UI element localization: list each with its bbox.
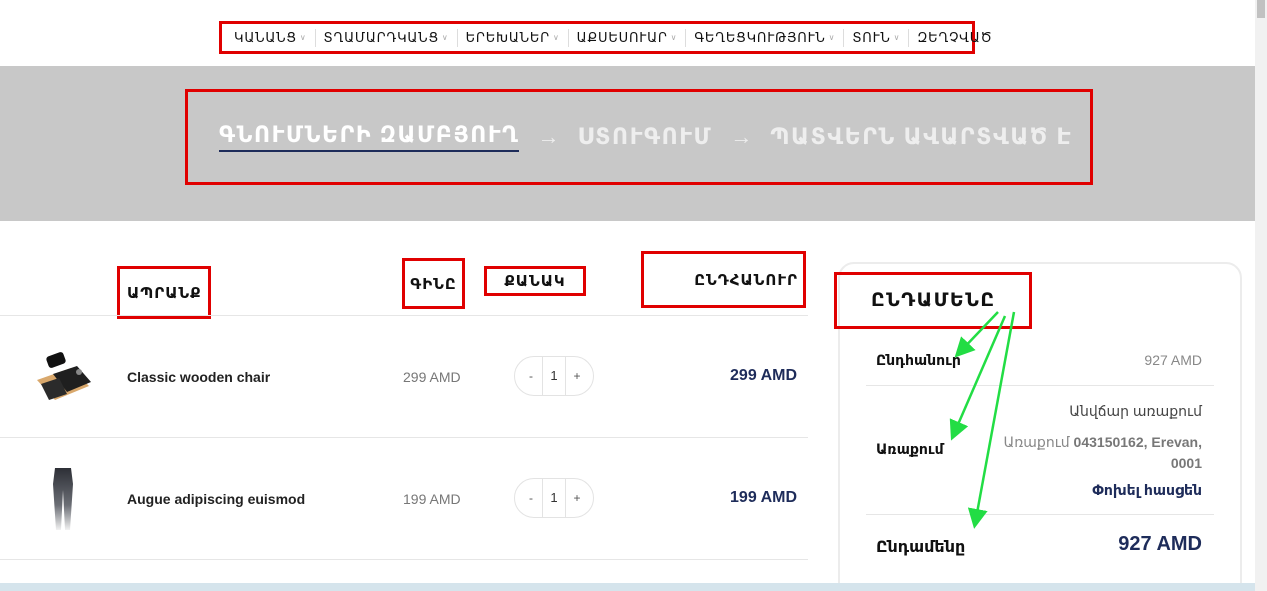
nav-item-label: Աքսեսուար (576, 29, 668, 45)
quantity-stepper: - 1 + (514, 356, 594, 396)
top-navigation: Կանանց ∨ Տղամարդկանց ∨ Երեխաներ ∨ Աքսեսուար ∨ Գե… (0, 0, 1255, 66)
accessories-set-thumbnail[interactable] (33, 342, 93, 412)
column-header-price: Գինը (402, 258, 465, 309)
chevron-down-icon: ∨ (828, 33, 836, 42)
chevron-down-icon: ∨ (670, 33, 678, 42)
leggings-thumbnail[interactable] (33, 464, 93, 534)
row-subtotal: 199 AMD (730, 489, 797, 506)
nav-item-label: Գեղեցկություն (694, 29, 826, 45)
subtotal-value: 927 AMD (1144, 352, 1202, 368)
chevron-down-icon: ∨ (893, 33, 901, 42)
scrollbar-thumb[interactable] (1257, 0, 1265, 18)
column-header-product: Ապրանք (117, 266, 211, 319)
subtotal-label: Ընդհանուր (876, 352, 961, 368)
step-separator-arrow-icon: → (730, 124, 753, 149)
product-name[interactable]: Augue adipiscing euismod (127, 491, 305, 507)
checkout-step[interactable]: Պատվերն ավարտված է (770, 124, 1072, 150)
nav-item[interactable]: Տուն ∨ (844, 28, 910, 47)
shipping-label: Առաքում (876, 441, 944, 457)
nav-item[interactable]: Երեխաներ ∨ (458, 28, 569, 47)
total-label: Ընդամենը (876, 539, 966, 556)
nav-item[interactable]: Տղամարդկանց ∨ (316, 28, 458, 47)
product-price: 199 AMD (403, 491, 461, 507)
increase-quantity-button[interactable]: + (566, 365, 588, 387)
nav-item[interactable]: Աքսեսուար ∨ (569, 28, 687, 47)
nav-item-label: Կանանց (234, 29, 297, 45)
decrease-quantity-button[interactable]: - (520, 487, 542, 509)
quantity-stepper: - 1 + (514, 478, 594, 518)
nav-item-label: Երեխաներ (465, 29, 550, 45)
chevron-down-icon: ∨ (441, 33, 449, 42)
step-separator-arrow-icon: → (537, 124, 560, 149)
total-value: 927 AMD (1118, 533, 1202, 555)
product-name[interactable]: Classic wooden chair (127, 369, 270, 385)
change-address-link[interactable]: Փոխել հասցեն (1040, 482, 1202, 499)
quantity-input[interactable]: 1 (542, 479, 566, 517)
vertical-scrollbar[interactable] (1255, 0, 1267, 591)
nav-item[interactable]: Գեղեցկություն ∨ (686, 28, 845, 47)
column-header-subtotal: Ընդհանուր (641, 251, 806, 308)
totals-divider (866, 385, 1214, 386)
chevron-down-icon: ∨ (552, 33, 560, 42)
decrease-quantity-button[interactable]: - (520, 365, 542, 387)
checkout-step[interactable]: Ստուգում (577, 124, 712, 150)
page-bottom-strip (0, 583, 1255, 591)
shipping-method: Անվճար առաքում (1069, 403, 1202, 419)
nav-item-label: Զեղչված (917, 29, 993, 45)
nav-item[interactable]: Զեղչված (909, 29, 1000, 47)
quantity-input[interactable]: 1 (542, 357, 566, 395)
shipping-address-prefix: Առաքում (1003, 434, 1074, 450)
checkout-steps: Գնումների զամբյուղ → Ստուգում → Պատվերն ավար… (185, 89, 1093, 185)
column-header-quantity: Քանակ (484, 266, 586, 296)
table-divider (0, 315, 808, 316)
row-subtotal: 299 AMD (730, 367, 797, 384)
nav-item[interactable]: Կանանց ∨ (226, 28, 316, 47)
main-menu: Կանանց ∨ Տղամարդկանց ∨ Երեխաներ ∨ Աքսեսուար ∨ Գե… (219, 21, 992, 54)
table-divider (0, 437, 808, 438)
checkout-steps-banner: Գնումների զամբյուղ → Ստուգում → Պատվերն ավար… (0, 66, 1255, 221)
shipping-address-detail: 043150162, Erevan, 0001 (1073, 434, 1202, 471)
shipping-address: Առաքում 043150162, Erevan, 0001 (990, 432, 1202, 474)
chevron-down-icon: ∨ (299, 33, 307, 42)
table-divider (0, 559, 808, 560)
cart-totals-title: Ընդամենը (834, 272, 1032, 329)
nav-item-label: Տղամարդկանց (323, 29, 439, 45)
nav-item-label: Տուն (852, 29, 891, 45)
totals-divider (866, 514, 1214, 515)
increase-quantity-button[interactable]: + (566, 487, 588, 509)
product-price: 299 AMD (403, 369, 461, 385)
checkout-step[interactable]: Գնումների զամբյուղ (219, 122, 520, 152)
